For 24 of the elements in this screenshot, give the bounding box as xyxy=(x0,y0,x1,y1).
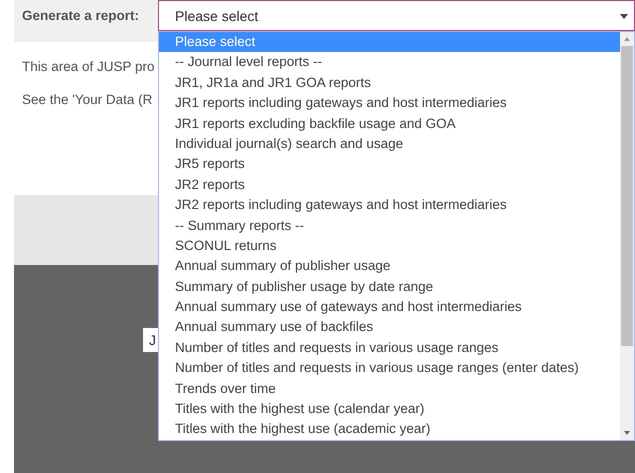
dropdown-option[interactable]: JR2 reports xyxy=(159,174,620,196)
dropdown-option[interactable]: Individual journal(s) search and usage xyxy=(159,134,620,154)
dropdown-option[interactable]: Summary of publisher usage by date range xyxy=(159,276,620,298)
dropdown-option[interactable]: Number of titles and requests in various usage ranges (enter dates) xyxy=(159,358,620,379)
dropdown-option[interactable]: Titles with the highest use (academic year) xyxy=(159,419,620,440)
intro-text: See the 'Your Data (R xyxy=(22,92,152,107)
caret-icon xyxy=(620,12,628,20)
dropdown-option[interactable]: Titles with the highest use (calendar year) xyxy=(159,399,620,420)
dropdown-option[interactable]: Trends over time xyxy=(159,378,620,400)
dropdown-option[interactable]: Annual summary use of gateways and host intermediaries xyxy=(159,297,620,318)
dropdown-option[interactable]: JR1 reports including gateways and host intermediaries xyxy=(159,93,620,114)
report-select[interactable]: Please select xyxy=(158,0,635,31)
scrollbar[interactable] xyxy=(620,32,634,440)
report-label: Generate a report: xyxy=(22,8,140,23)
dropdown-option[interactable]: SCONUL returns xyxy=(159,236,620,256)
dropdown-option[interactable]: -- Summary reports -- xyxy=(159,216,620,236)
dropdown-option[interactable]: JR1, JR1a and JR1 GOA reports xyxy=(159,72,620,94)
scroll-thumb[interactable] xyxy=(621,46,633,346)
intro-text: This area of JUSP pro xyxy=(22,59,155,74)
dropdown-option[interactable]: JR5 reports xyxy=(159,154,620,175)
dropdown-option[interactable]: JR2 reports including gateways and host intermediaries xyxy=(159,195,620,216)
dropdown-option[interactable]: Annual summary of publisher usage xyxy=(159,256,620,277)
dropdown-option[interactable]: -- Journal level reports -- xyxy=(159,52,620,73)
dropdown-option[interactable]: JR1 reports excluding backfile usage and GOA xyxy=(159,114,620,134)
